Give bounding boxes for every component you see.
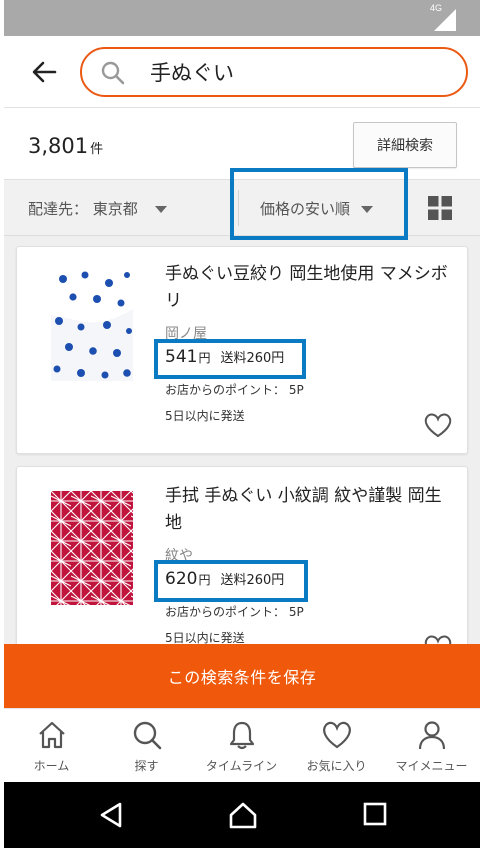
delivery-label: 配達先： (28, 200, 89, 218)
nav-mymenu[interactable]: マイメニュー (384, 709, 479, 783)
signal-icon (434, 9, 456, 31)
price-line: 541 円送料260円 (165, 347, 284, 367)
shipping-fee: 送料260円 (220, 573, 285, 588)
back-arrow-icon (32, 61, 57, 83)
sort-dropdown[interactable]: 価格の安い順 (260, 198, 373, 219)
result-count-unit: 件 (90, 142, 104, 157)
caret-down-icon (154, 206, 167, 213)
shipping-fee: 送料260円 (220, 351, 285, 366)
recents-square-icon[interactable] (362, 801, 388, 827)
app-screen: 4G 手ぬぐい 3,801 件 詳細検索 配達先： 東京都 価格の安い順 手ぬぐ… (4, 0, 480, 848)
price-value: 541 (165, 347, 198, 367)
bottom-nav: ホーム 探す タイムライン お気に入り マイメニュー (4, 708, 480, 782)
product-card[interactable]: 手拭 手ぬぐい 小紋調 紋や謹製 岡生地 紋や 620 円送料260円 お店からの… (16, 466, 468, 666)
result-count-value: 3,801 (28, 134, 89, 158)
back-triangle-icon[interactable] (98, 801, 126, 829)
delivery-filter[interactable]: 配達先： 東京都 (28, 198, 167, 219)
price-line: 620 円送料260円 (165, 569, 284, 589)
back-button[interactable] (26, 54, 62, 90)
shipping-days: 5日以内に発送 (165, 409, 245, 423)
status-bar: 4G (4, 0, 480, 36)
nav-label: ホーム (33, 759, 70, 773)
price-value: 620 (165, 569, 198, 589)
search-header: 手ぬぐい (4, 36, 480, 108)
shop-name[interactable]: 岡ノ屋 (165, 323, 207, 343)
person-icon (418, 721, 446, 750)
shop-name[interactable]: 紋や (165, 545, 193, 565)
caret-down-icon (360, 206, 373, 213)
product-image (51, 269, 133, 381)
system-nav-bar (4, 782, 480, 848)
grid-view-icon[interactable] (428, 196, 452, 220)
price-unit: 円 (198, 573, 211, 587)
search-icon (133, 721, 162, 750)
product-card[interactable]: 手ぬぐい豆絞り 岡生地使用 マメシボリ 岡ノ屋 541 円送料260円 お店からの… (16, 246, 468, 454)
sort-label: 価格の安い順 (260, 200, 351, 218)
divider (238, 190, 239, 226)
filter-bar: 配達先： 東京都 価格の安い順 (4, 180, 480, 236)
search-query: 手ぬぐい (150, 61, 234, 85)
delivery-value: 東京都 (92, 200, 138, 218)
results-bar: 3,801 件 詳細検索 (4, 108, 480, 180)
price-unit: 円 (198, 351, 211, 365)
bell-icon (229, 721, 255, 750)
save-search-button[interactable]: この検索条件を保存 (4, 644, 480, 708)
favorite-heart-icon[interactable] (423, 411, 453, 439)
nav-home[interactable]: ホーム (4, 709, 99, 783)
nav-label: お気に入り (306, 759, 367, 773)
nav-label: マイメニュー (395, 759, 468, 773)
heart-icon (323, 721, 351, 749)
product-title[interactable]: 手ぬぐい豆絞り 岡生地使用 マメシボリ (165, 261, 455, 315)
product-image (51, 491, 133, 605)
search-input[interactable]: 手ぬぐい (80, 47, 468, 97)
search-icon (101, 61, 125, 85)
home-icon (39, 721, 65, 749)
product-title[interactable]: 手拭 手ぬぐい 小紋調 紋や謹製 岡生地 (165, 483, 455, 537)
nav-search[interactable]: 探す (99, 709, 194, 783)
store-points: お店からのポイント： 5P (165, 605, 304, 619)
nav-favorites[interactable]: お気に入り (289, 709, 384, 783)
nav-timeline[interactable]: タイムライン (194, 709, 289, 783)
home-button-icon[interactable] (228, 801, 258, 829)
nav-label: タイムライン (205, 759, 278, 773)
nav-label: 探す (134, 759, 159, 773)
store-points: お店からのポイント： 5P (165, 383, 304, 397)
result-count: 3,801 件 (28, 134, 103, 162)
detail-search-button[interactable]: 詳細検索 (353, 122, 457, 168)
